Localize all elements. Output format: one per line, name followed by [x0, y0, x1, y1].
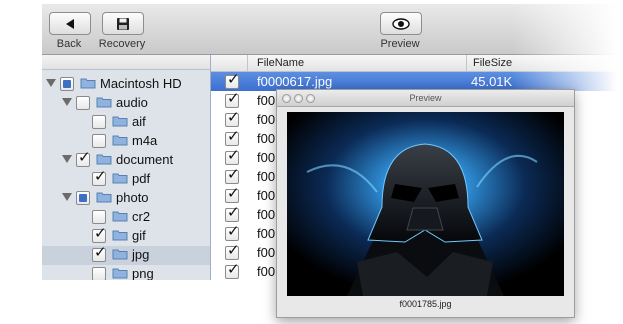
tree-item-cr2[interactable]: cr2 [42, 208, 210, 227]
tree-item-macintosh-hd[interactable]: Macintosh HD [42, 75, 210, 94]
eye-icon [392, 17, 410, 30]
preview-window: Preview f0001785.jpg [276, 89, 575, 318]
tree-item-document[interactable]: ✓ document [42, 150, 210, 170]
column-divider [466, 55, 467, 71]
folder-icon [112, 173, 128, 184]
disclosure-triangle-icon[interactable] [62, 193, 72, 201]
tree-checkbox[interactable]: ✓ [92, 169, 107, 186]
folder-icon [112, 230, 128, 241]
file-checkbox[interactable]: ✓ [225, 167, 240, 184]
file-checkbox[interactable]: ✓ [225, 186, 240, 203]
file-checkbox[interactable]: ✓ [225, 243, 240, 260]
tree-checkbox[interactable] [92, 267, 106, 280]
file-checkbox[interactable]: ✓ [225, 110, 240, 127]
folder-icon [112, 268, 128, 279]
tree-item-label: aif [132, 114, 146, 129]
file-name: f00 [257, 207, 276, 222]
folder-icon [112, 211, 128, 222]
preview-filename-caption: f0001785.jpg [399, 299, 452, 309]
column-divider [247, 55, 248, 71]
tree-item-label: gif [132, 228, 146, 243]
file-name: f00 [257, 150, 276, 165]
folder-icon [80, 78, 96, 89]
file-checkbox[interactable]: ✓ [225, 224, 240, 241]
folder-icon [96, 154, 112, 165]
folder-icon [96, 97, 112, 108]
column-header-filesize[interactable]: FileSize [473, 57, 512, 69]
floppy-disk-icon [117, 17, 129, 30]
file-checkbox[interactable]: ✓ [225, 148, 240, 165]
file-name: f00 [257, 245, 276, 260]
tree-item-m4a[interactable]: m4a [42, 132, 210, 151]
file-checkbox[interactable]: ✓ [225, 91, 240, 108]
folder-icon [96, 192, 112, 203]
file-checkbox[interactable]: ✓ [225, 205, 240, 222]
tree-item-aif[interactable]: aif [42, 113, 210, 132]
file-checkbox[interactable]: ✓ [225, 72, 240, 89]
tree-checkbox[interactable]: ✓ [76, 150, 91, 167]
tree-item-audio[interactable]: audio [42, 94, 210, 113]
tree-item-label: audio [116, 95, 148, 110]
file-name: f00 [257, 188, 276, 203]
recovery-button[interactable] [102, 12, 144, 35]
file-name: f0000617.jpg [257, 74, 333, 89]
preview-label: Preview [380, 38, 420, 50]
close-window-button[interactable] [282, 94, 291, 103]
tree-item-label: cr2 [132, 209, 151, 224]
disclosure-triangle-icon[interactable] [62, 155, 72, 163]
tree-item-label: document [116, 152, 174, 167]
file-checkbox[interactable]: ✓ [225, 262, 240, 279]
file-name: f00 [257, 264, 276, 279]
zoom-window-button[interactable] [306, 94, 315, 103]
file-name: f00 [257, 112, 276, 127]
recovery-label: Recovery [98, 38, 146, 50]
tree-item-label: Macintosh HD [100, 76, 182, 91]
folder-icon [112, 135, 128, 146]
folder-icon [112, 116, 128, 127]
back-button[interactable] [49, 12, 91, 35]
tree-item-png[interactable]: png [42, 265, 210, 280]
tree-checkbox[interactable] [76, 96, 90, 110]
preview-window-title: Preview [409, 93, 442, 103]
file-name: f00 [257, 169, 276, 184]
tree-item-jpg[interactable]: ✓ jpg [42, 245, 210, 265]
tree-item-gif[interactable]: ✓ gif [42, 226, 210, 246]
tree-checkbox[interactable] [60, 77, 74, 91]
file-name: f00 [257, 93, 276, 108]
tree-item-pdf[interactable]: ✓ pdf [42, 169, 210, 189]
folder-tree-sidebar: Macintosh HD audio aif m4a ✓ document ✓ pdf phot… [42, 55, 211, 280]
file-list-header: FileName FileSize [211, 55, 623, 72]
folder-icon [112, 249, 128, 260]
disclosure-triangle-icon[interactable] [46, 79, 56, 87]
file-size: 45.01K [471, 74, 513, 89]
tree-item-label: png [132, 266, 154, 280]
tree-item-photo[interactable]: photo [42, 189, 210, 208]
preview-titlebar[interactable]: Preview [277, 90, 574, 107]
back-arrow-icon [66, 18, 74, 29]
tree-checkbox[interactable] [92, 210, 106, 224]
tree-item-label: photo [116, 190, 149, 205]
preview-button[interactable] [380, 12, 422, 35]
file-name: f00 [257, 226, 276, 241]
tree-checkbox[interactable]: ✓ [92, 226, 107, 243]
tree-item-label: jpg [132, 247, 150, 262]
minimize-window-button[interactable] [294, 94, 303, 103]
tree-checkbox[interactable] [92, 115, 106, 129]
file-checkbox[interactable]: ✓ [225, 129, 240, 146]
tree-item-label: pdf [132, 171, 151, 186]
file-name: f00 [257, 131, 276, 146]
tree-checkbox[interactable] [92, 134, 106, 148]
tree-checkbox[interactable]: ✓ [92, 245, 107, 262]
disclosure-triangle-icon[interactable] [62, 98, 72, 106]
tree-item-label: m4a [132, 133, 158, 148]
column-header-filename[interactable]: FileName [257, 57, 304, 69]
tree-checkbox[interactable] [76, 191, 90, 205]
sidebar-header [42, 55, 210, 70]
toolbar: Back Recovery Preview [42, 4, 623, 55]
dark-helmet-illustration [287, 112, 564, 296]
preview-image [287, 112, 564, 296]
